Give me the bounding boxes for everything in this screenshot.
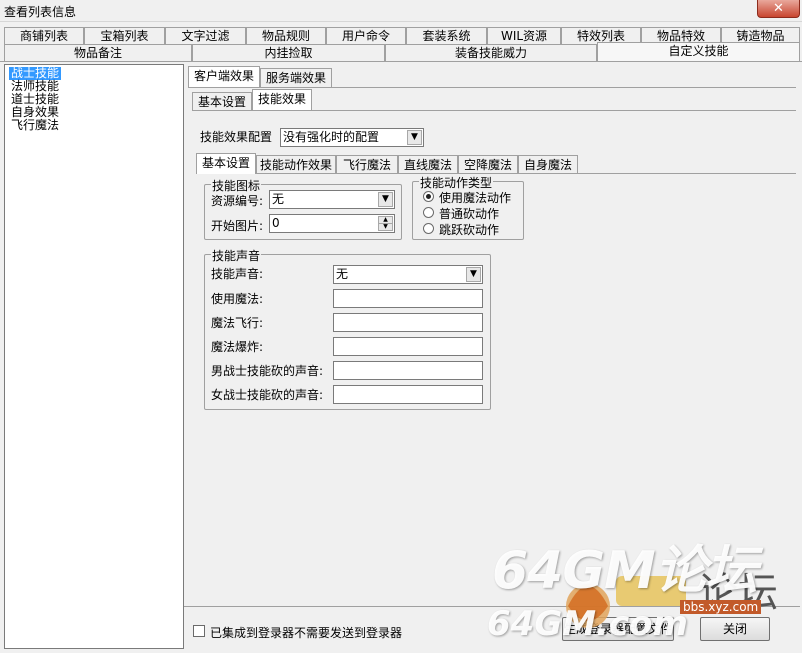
resource-select[interactable]: 无 ▼ — [269, 190, 395, 209]
integrated-login-label: 已集成到登录器不需要发送到登录器 — [210, 626, 403, 640]
tab-divider — [188, 87, 796, 88]
tab-action-basic[interactable]: 基本设置 — [196, 153, 256, 174]
tab-item-rules[interactable]: 物品规则 — [246, 27, 326, 45]
radio-label: 使用魔法动作 — [439, 191, 512, 205]
skill-detail-panel: 客户端效果 服务端效果 基本设置 技能效果 技能效果配置 没有强化时的配置 ▼ … — [184, 64, 800, 604]
use-magic-label: 使用魔法: — [211, 292, 264, 306]
tab-auto-pickup[interactable]: 内挂捡取 — [192, 44, 385, 62]
tab-user-commands[interactable]: 用户命令 — [326, 27, 406, 45]
action-type-group: 技能动作类型 使用魔法动作 普通砍动作 跳跃砍动作 — [412, 174, 524, 240]
magic-flight-input[interactable] — [333, 313, 483, 332]
chevron-down-icon[interactable]: ▼ — [407, 130, 422, 145]
integrated-login-checkbox[interactable] — [193, 625, 205, 637]
config-select[interactable]: 没有强化时的配置 ▼ — [280, 128, 424, 147]
tab-wil-resources[interactable]: WIL资源 — [487, 27, 561, 45]
female-warrior-sound-label: 女战士技能砍的声音: — [211, 388, 324, 402]
resource-value: 无 — [272, 192, 285, 206]
close-icon: ✕ — [773, 1, 784, 16]
radio-magic-action[interactable] — [423, 191, 434, 202]
resource-label: 资源编号: — [211, 194, 264, 208]
start-image-value: 0 — [272, 216, 280, 230]
tab-divider — [0, 61, 802, 62]
window-title: 查看列表信息 — [4, 5, 77, 19]
skill-sound-value: 无 — [336, 267, 349, 281]
tab-skill-effect[interactable]: 技能效果 — [252, 89, 312, 110]
tab-equip-skill-power[interactable]: 装备技能威力 — [385, 44, 597, 62]
magic-explosion-input[interactable] — [333, 337, 483, 356]
male-warrior-sound-label: 男战士技能砍的声音: — [211, 364, 324, 378]
chevron-down-icon[interactable]: ▼ — [466, 267, 481, 282]
tab-linear-magic[interactable]: 直线魔法 — [398, 155, 458, 174]
start-image-stepper[interactable]: 0 ▲ ▼ — [269, 214, 395, 233]
tab-airdrop-magic[interactable]: 空降魔法 — [458, 155, 518, 174]
title-bar: 查看列表信息 — [0, 0, 802, 22]
tab-server-effect[interactable]: 服务端效果 — [260, 68, 332, 87]
config-value: 没有强化时的配置 — [283, 130, 380, 144]
watermark-title: 64GM论坛 — [492, 541, 758, 601]
arrow-down-icon[interactable]: ▼ — [378, 223, 393, 231]
start-image-label: 开始图片: — [211, 219, 264, 233]
magic-flight-label: 魔法飞行: — [211, 316, 264, 330]
tab-flying-magic[interactable]: 飞行魔法 — [336, 155, 398, 174]
tab-shop-list[interactable]: 商铺列表 — [4, 27, 84, 45]
chevron-down-icon[interactable]: ▼ — [378, 192, 393, 207]
tab-self-magic[interactable]: 自身魔法 — [518, 155, 578, 174]
radio-normal-slash[interactable] — [423, 207, 434, 218]
close-button[interactable]: ✕ — [757, 0, 800, 18]
sound-label: 技能声音: — [211, 267, 264, 281]
skill-icon-group: 技能图标 资源编号: 无 ▼ 开始图片: 0 ▲ ▼ — [204, 177, 402, 240]
tab-item-notes[interactable]: 物品备注 — [4, 44, 192, 62]
tab-text-filter[interactable]: 文字过滤 — [165, 27, 246, 45]
tab-action-effect[interactable]: 技能动作效果 — [256, 155, 336, 174]
tab-custom-skills[interactable]: 自定义技能 — [597, 42, 800, 62]
tab-set-system[interactable]: 套装系统 — [406, 27, 487, 45]
tab-basic-settings[interactable]: 基本设置 — [192, 92, 252, 111]
female-warrior-sound-input[interactable] — [333, 385, 483, 404]
list-item[interactable]: 飞行魔法 — [9, 119, 61, 132]
watermark-url: 64GM.com — [487, 604, 688, 644]
magic-explosion-label: 魔法爆炸: — [211, 340, 264, 354]
tab-client-effect[interactable]: 客户端效果 — [188, 66, 260, 87]
use-magic-input[interactable] — [333, 289, 483, 308]
tab-divider — [192, 110, 796, 111]
radio-jump-slash[interactable] — [423, 223, 434, 234]
radio-label: 普通砍动作 — [439, 207, 500, 221]
radio-label: 跳跃砍动作 — [439, 223, 500, 237]
tab-treasure-box-list[interactable]: 宝箱列表 — [84, 27, 165, 45]
skill-category-list[interactable]: 战士技能 法师技能 道士技能 自身效果 飞行魔法 — [4, 64, 184, 649]
skill-sound-group: 技能声音 技能声音: 无 ▼ 使用魔法: 魔法飞行: 魔法爆炸: 男战士技能砍的… — [204, 247, 491, 410]
skill-sound-select[interactable]: 无 ▼ — [333, 265, 483, 284]
group-title: 技能声音 — [211, 247, 262, 264]
config-label: 技能效果配置 — [200, 130, 273, 144]
male-warrior-sound-input[interactable] — [333, 361, 483, 380]
tab-divider — [196, 173, 796, 174]
